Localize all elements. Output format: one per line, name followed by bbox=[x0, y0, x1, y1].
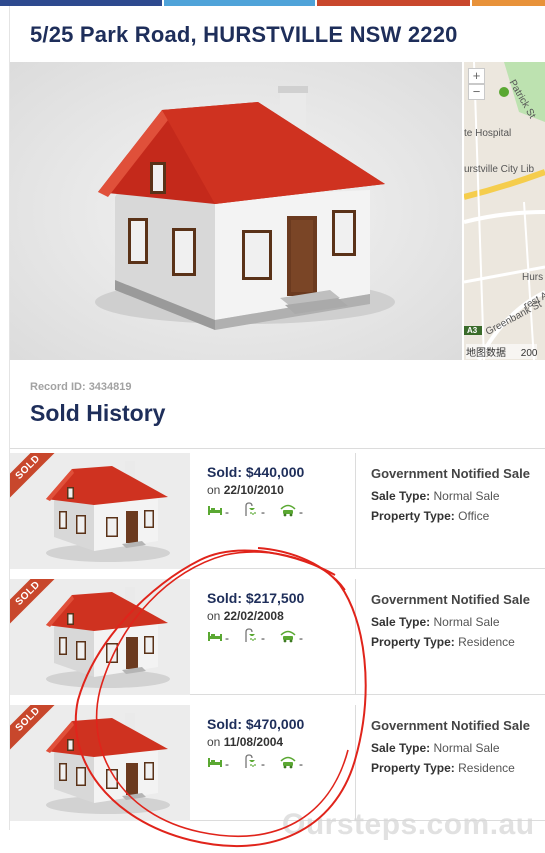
sale-date-value: 22/10/2010 bbox=[223, 483, 284, 497]
sale-thumbnail[interactable]: SOLD bbox=[10, 579, 190, 695]
map-label-library: urstville City Lib bbox=[464, 164, 535, 175]
government-notified-label: Government Notified Sale bbox=[371, 592, 530, 607]
bedrooms-count: - bbox=[225, 756, 229, 771]
parking-feature: - bbox=[279, 503, 303, 520]
map-attribution: 地图数据 200 bbox=[466, 344, 538, 359]
bathrooms-feature: - bbox=[243, 628, 265, 647]
sale-date: on 22/02/2008 bbox=[207, 609, 284, 623]
sale-date-prefix: on bbox=[207, 609, 221, 623]
property-type-value: Residence bbox=[458, 761, 515, 775]
map-label-suburb: Hurs bbox=[522, 272, 544, 283]
bedrooms-count: - bbox=[225, 504, 229, 519]
property-features: --- bbox=[207, 754, 317, 773]
row-divider bbox=[355, 453, 356, 568]
row-divider bbox=[355, 705, 356, 820]
government-notified-label: Government Notified Sale bbox=[371, 466, 530, 481]
sale-date: on 11/08/2004 bbox=[207, 735, 283, 749]
sale-date-value: 11/08/2004 bbox=[223, 735, 284, 749]
bed-icon bbox=[207, 630, 225, 645]
row-divider bbox=[355, 579, 356, 694]
property-type: Property Type: Residence bbox=[371, 635, 515, 649]
sale-date-prefix: on bbox=[207, 735, 221, 749]
shower-icon bbox=[243, 754, 261, 773]
map-attribution-text: 地图数据 bbox=[466, 348, 506, 359]
parking-feature: - bbox=[279, 755, 303, 772]
property-type-label: Property Type: bbox=[371, 509, 455, 523]
map-zoom-in-button[interactable]: + bbox=[468, 68, 485, 84]
bedrooms-count: - bbox=[225, 630, 229, 645]
house-illustration bbox=[10, 62, 462, 360]
sale-price: Sold: $470,000 bbox=[207, 716, 305, 732]
sale-row[interactable]: SOLD Sold: $217,500 on 22/02/2008 - - - Govern… bbox=[10, 574, 545, 695]
sale-type: Sale Type: Normal Sale bbox=[371, 741, 500, 755]
sale-type-value: Normal Sale bbox=[433, 489, 500, 503]
property-type-value: Office bbox=[458, 509, 490, 523]
sale-type-label: Sale Type: bbox=[371, 489, 431, 503]
bed-icon bbox=[207, 504, 225, 519]
sale-date: on 22/10/2010 bbox=[207, 483, 284, 497]
sale-row[interactable]: SOLD Sold: $470,000 on 11/08/2004 - - - Govern… bbox=[10, 700, 545, 821]
property-features: --- bbox=[207, 628, 317, 647]
bathrooms-feature: - bbox=[243, 754, 265, 773]
parking-count: - bbox=[299, 504, 303, 519]
bathrooms-count: - bbox=[261, 756, 265, 771]
sale-price: Sold: $440,000 bbox=[207, 464, 305, 480]
sale-type: Sale Type: Normal Sale bbox=[371, 489, 500, 503]
property-type: Property Type: Residence bbox=[371, 761, 515, 775]
parking-count: - bbox=[299, 630, 303, 645]
record-id-value: 3434819 bbox=[88, 381, 132, 393]
property-features: --- bbox=[207, 502, 317, 521]
bathrooms-count: - bbox=[261, 504, 265, 519]
sale-type: Sale Type: Normal Sale bbox=[371, 615, 500, 629]
sale-thumbnail[interactable]: SOLD bbox=[10, 705, 190, 821]
record-id: Record ID: 3434819 bbox=[30, 381, 132, 393]
property-address-title: 5/25 Park Road, HURSTVILLE NSW 2220 bbox=[30, 22, 458, 47]
shower-icon bbox=[243, 628, 261, 647]
parking-feature: - bbox=[279, 629, 303, 646]
shower-icon bbox=[243, 502, 261, 521]
watermark: Oursteps.com.au bbox=[282, 808, 535, 841]
bedrooms-feature: - bbox=[207, 504, 229, 519]
location-map[interactable]: + − Patrick St te Hospital urstville Cit… bbox=[464, 62, 545, 360]
sale-date-prefix: on bbox=[207, 483, 221, 497]
car-garage-icon bbox=[279, 755, 299, 772]
car-garage-icon bbox=[279, 629, 299, 646]
map-attribution-year: 200 bbox=[520, 348, 538, 359]
map-label-route: A3 bbox=[467, 326, 478, 335]
bathrooms-feature: - bbox=[243, 502, 265, 521]
map-zoom-out-button[interactable]: − bbox=[468, 84, 485, 100]
sold-history-heading: Sold History bbox=[30, 400, 166, 426]
property-type-value: Residence bbox=[458, 635, 515, 649]
property-type-label: Property Type: bbox=[371, 761, 455, 775]
parking-count: - bbox=[299, 756, 303, 771]
property-hero-image bbox=[10, 62, 462, 360]
sale-type-label: Sale Type: bbox=[371, 615, 431, 629]
sale-price: Sold: $217,500 bbox=[207, 590, 305, 606]
sale-thumbnail[interactable]: SOLD bbox=[10, 453, 190, 569]
sale-type-value: Normal Sale bbox=[433, 741, 500, 755]
bedrooms-feature: - bbox=[207, 630, 229, 645]
bathrooms-count: - bbox=[261, 630, 265, 645]
property-type: Property Type: Office bbox=[371, 509, 489, 523]
sale-type-value: Normal Sale bbox=[433, 615, 500, 629]
car-garage-icon bbox=[279, 503, 299, 520]
property-type-label: Property Type: bbox=[371, 635, 455, 649]
sale-type-label: Sale Type: bbox=[371, 741, 431, 755]
map-label-hospital: te Hospital bbox=[464, 128, 512, 139]
sale-date-value: 22/02/2008 bbox=[223, 609, 284, 623]
record-id-label: Record ID: bbox=[30, 381, 86, 393]
bed-icon bbox=[207, 756, 225, 771]
government-notified-label: Government Notified Sale bbox=[371, 718, 530, 733]
bedrooms-feature: - bbox=[207, 756, 229, 771]
sale-row[interactable]: SOLD Sold: $440,000 on 22/10/2010 - - - Govern… bbox=[10, 448, 545, 569]
